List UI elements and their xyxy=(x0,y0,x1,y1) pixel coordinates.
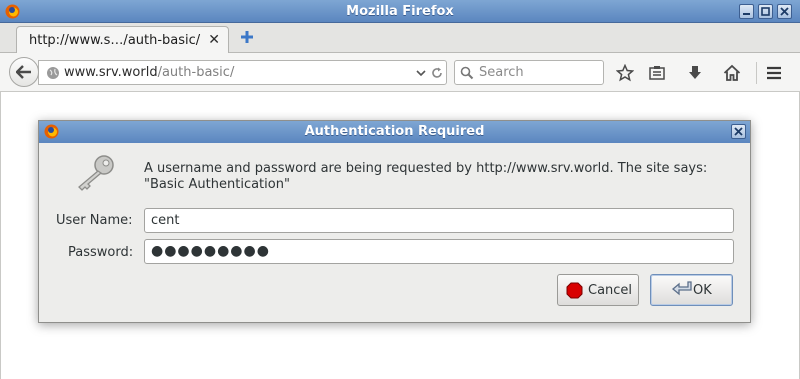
url-path: /auth-basic/ xyxy=(157,65,235,80)
window-titlebar[interactable]: Mozilla Firefox xyxy=(0,0,800,23)
dialog-titlebar[interactable]: Authentication Required xyxy=(39,121,750,143)
close-icon xyxy=(734,127,743,136)
tab-close-icon[interactable]: ✕ xyxy=(208,32,220,48)
url-text[interactable]: www.srv.world/auth-basic/ xyxy=(64,65,234,80)
search-bar[interactable]: Search xyxy=(454,60,604,85)
minimize-button[interactable] xyxy=(739,4,754,19)
reading-list-icon[interactable] xyxy=(648,64,666,82)
tab-auth-basic[interactable]: http://www.s…/auth-basic/ ✕ xyxy=(16,26,229,54)
maximize-icon xyxy=(761,7,770,16)
tab-label: http://www.s…/auth-basic/ xyxy=(29,33,201,48)
reload-icon[interactable] xyxy=(430,66,444,80)
maximize-button[interactable] xyxy=(758,4,773,19)
dropdown-icon[interactable] xyxy=(415,66,427,80)
auth-message: A username and password are being reques… xyxy=(144,161,724,193)
auth-message-line2: "Basic Authentication" xyxy=(144,177,290,192)
auth-dialog: Authentication Required A username and p… xyxy=(38,120,751,323)
username-label: User Name: xyxy=(56,213,133,228)
download-icon[interactable] xyxy=(686,64,704,82)
username-value: cent xyxy=(151,213,180,228)
auth-message-line1: A username and password are being reques… xyxy=(144,161,708,176)
navigation-toolbar: www.srv.world/auth-basic/ Search xyxy=(0,53,800,92)
home-icon[interactable] xyxy=(723,64,741,82)
close-icon xyxy=(780,7,789,16)
minimize-icon xyxy=(743,13,750,15)
url-bar[interactable]: www.srv.world/auth-basic/ xyxy=(38,60,447,85)
menu-icon[interactable] xyxy=(765,64,783,82)
dialog-close-button[interactable] xyxy=(731,124,746,139)
cancel-button[interactable]: Cancel xyxy=(557,274,639,306)
close-button[interactable] xyxy=(777,4,792,19)
stop-icon xyxy=(566,282,583,299)
bookmark-star-icon[interactable] xyxy=(616,64,634,82)
tab-strip: http://www.s…/auth-basic/ ✕ xyxy=(0,23,800,54)
cancel-label: Cancel xyxy=(588,283,633,298)
key-icon xyxy=(78,155,114,191)
back-button[interactable] xyxy=(9,57,39,87)
dialog-title: Authentication Required xyxy=(304,124,485,139)
toolbar-separator xyxy=(756,62,757,84)
back-arrow-icon xyxy=(16,65,31,79)
ok-button[interactable]: OK xyxy=(650,274,733,306)
return-arrow-icon xyxy=(671,281,692,296)
url-host: www.srv.world xyxy=(64,65,158,80)
search-icon xyxy=(460,66,474,80)
password-value: ●●●●●●●●● xyxy=(151,243,270,259)
search-placeholder: Search xyxy=(479,65,524,80)
username-field[interactable]: cent xyxy=(144,208,734,233)
password-field[interactable]: ●●●●●●●●● xyxy=(144,239,734,264)
password-label: Password: xyxy=(68,245,134,260)
ok-label: OK xyxy=(693,283,712,298)
new-tab-plus-icon[interactable] xyxy=(238,28,256,46)
window-title: Mozilla Firefox xyxy=(346,4,454,19)
globe-icon xyxy=(47,67,59,79)
